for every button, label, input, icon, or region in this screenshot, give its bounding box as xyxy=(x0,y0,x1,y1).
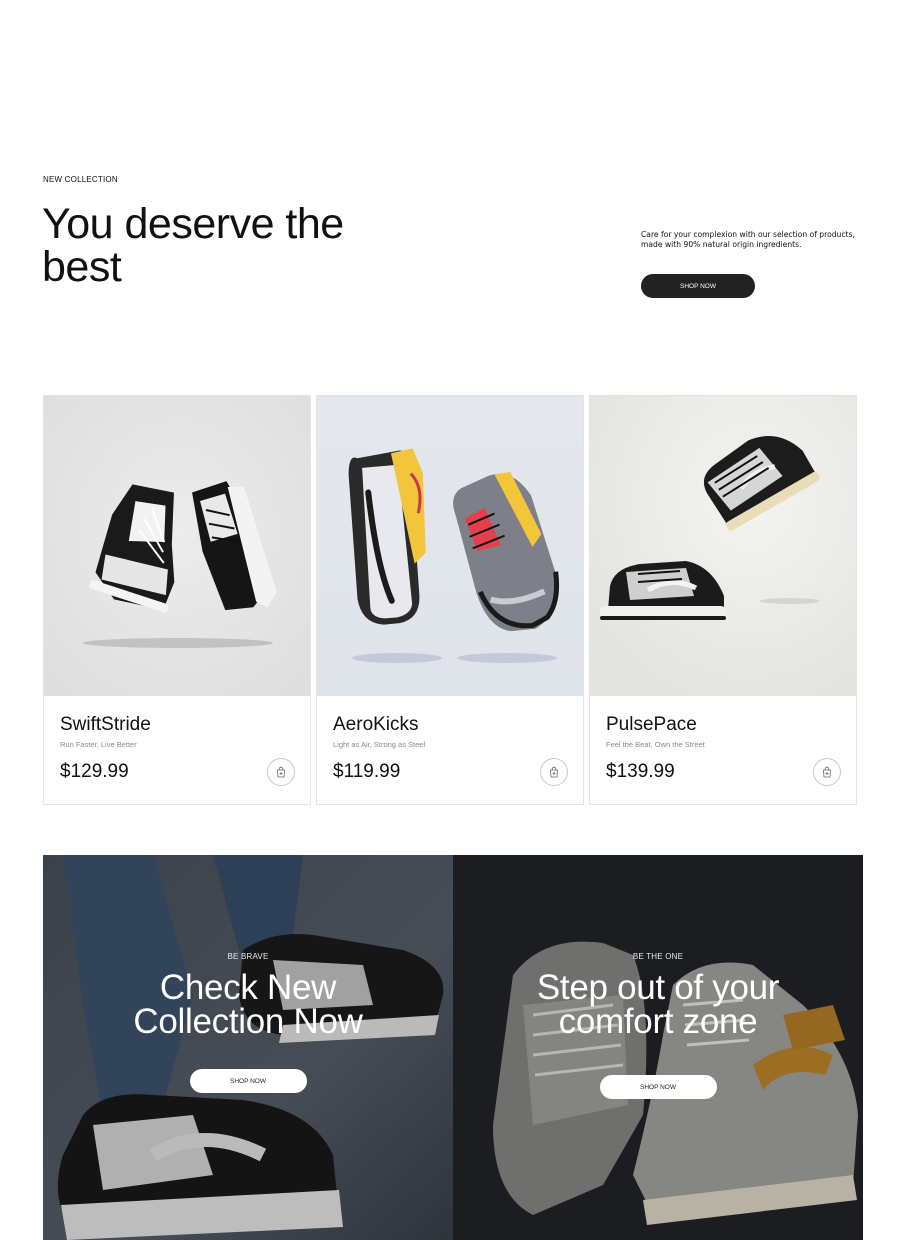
product-image-pulsepace xyxy=(590,396,856,696)
banner-shop-now-button[interactable]: SHOP NOW xyxy=(599,1075,717,1099)
hero-shop-now-button[interactable]: SHOP NOW xyxy=(641,274,755,298)
product-tagline: Run Faster, Live Better xyxy=(60,740,137,749)
banner-title: Step out of your comfort zone xyxy=(536,968,780,1041)
banner-title: Check New Collection Now xyxy=(133,968,363,1041)
product-name: SwiftStride xyxy=(60,714,151,735)
add-to-cart-button[interactable] xyxy=(540,758,568,786)
product-name: PulsePace xyxy=(606,714,697,735)
hero-eyebrow: NEW COLLECTION xyxy=(43,175,118,184)
hero-title: You deserve the best xyxy=(42,200,344,291)
product-card-pulsepace[interactable]: PulsePace Feel the Beat, Own the Street … xyxy=(589,395,857,805)
product-tagline: Feel the Beat, Own the Street xyxy=(606,740,705,749)
shopping-bag-icon xyxy=(550,766,558,778)
product-price: $119.99 xyxy=(333,761,401,782)
product-card-swiftstride[interactable]: SwiftStride Run Faster, Live Better $129… xyxy=(43,395,311,805)
product-image-aerokicks xyxy=(317,396,583,696)
product-name: AeroKicks xyxy=(333,714,419,735)
banner-eyebrow: BE BRAVE xyxy=(227,952,269,961)
hero-description: Care for your complexion with our select… xyxy=(641,230,855,249)
banner-shop-now-button[interactable]: SHOP NOW xyxy=(189,1069,307,1093)
shopping-bag-icon xyxy=(277,766,285,778)
product-card-aerokicks[interactable]: AeroKicks Light as Air, Strong as Steel … xyxy=(316,395,584,805)
banner-eyebrow: BE THE ONE xyxy=(632,952,684,961)
promo-banner-be-the-one: BE THE ONE Step out of your comfort zone… xyxy=(453,855,863,1240)
shopping-bag-icon xyxy=(823,766,831,778)
add-to-cart-button[interactable] xyxy=(267,758,295,786)
promo-banner-be-brave: BE BRAVE Check New Collection Now SHOP N… xyxy=(43,855,453,1240)
product-image-swiftstride xyxy=(44,396,310,696)
add-to-cart-button[interactable] xyxy=(813,758,841,786)
product-price: $139.99 xyxy=(606,761,675,782)
product-tagline: Light as Air, Strong as Steel xyxy=(333,740,426,749)
product-price: $129.99 xyxy=(60,761,129,782)
